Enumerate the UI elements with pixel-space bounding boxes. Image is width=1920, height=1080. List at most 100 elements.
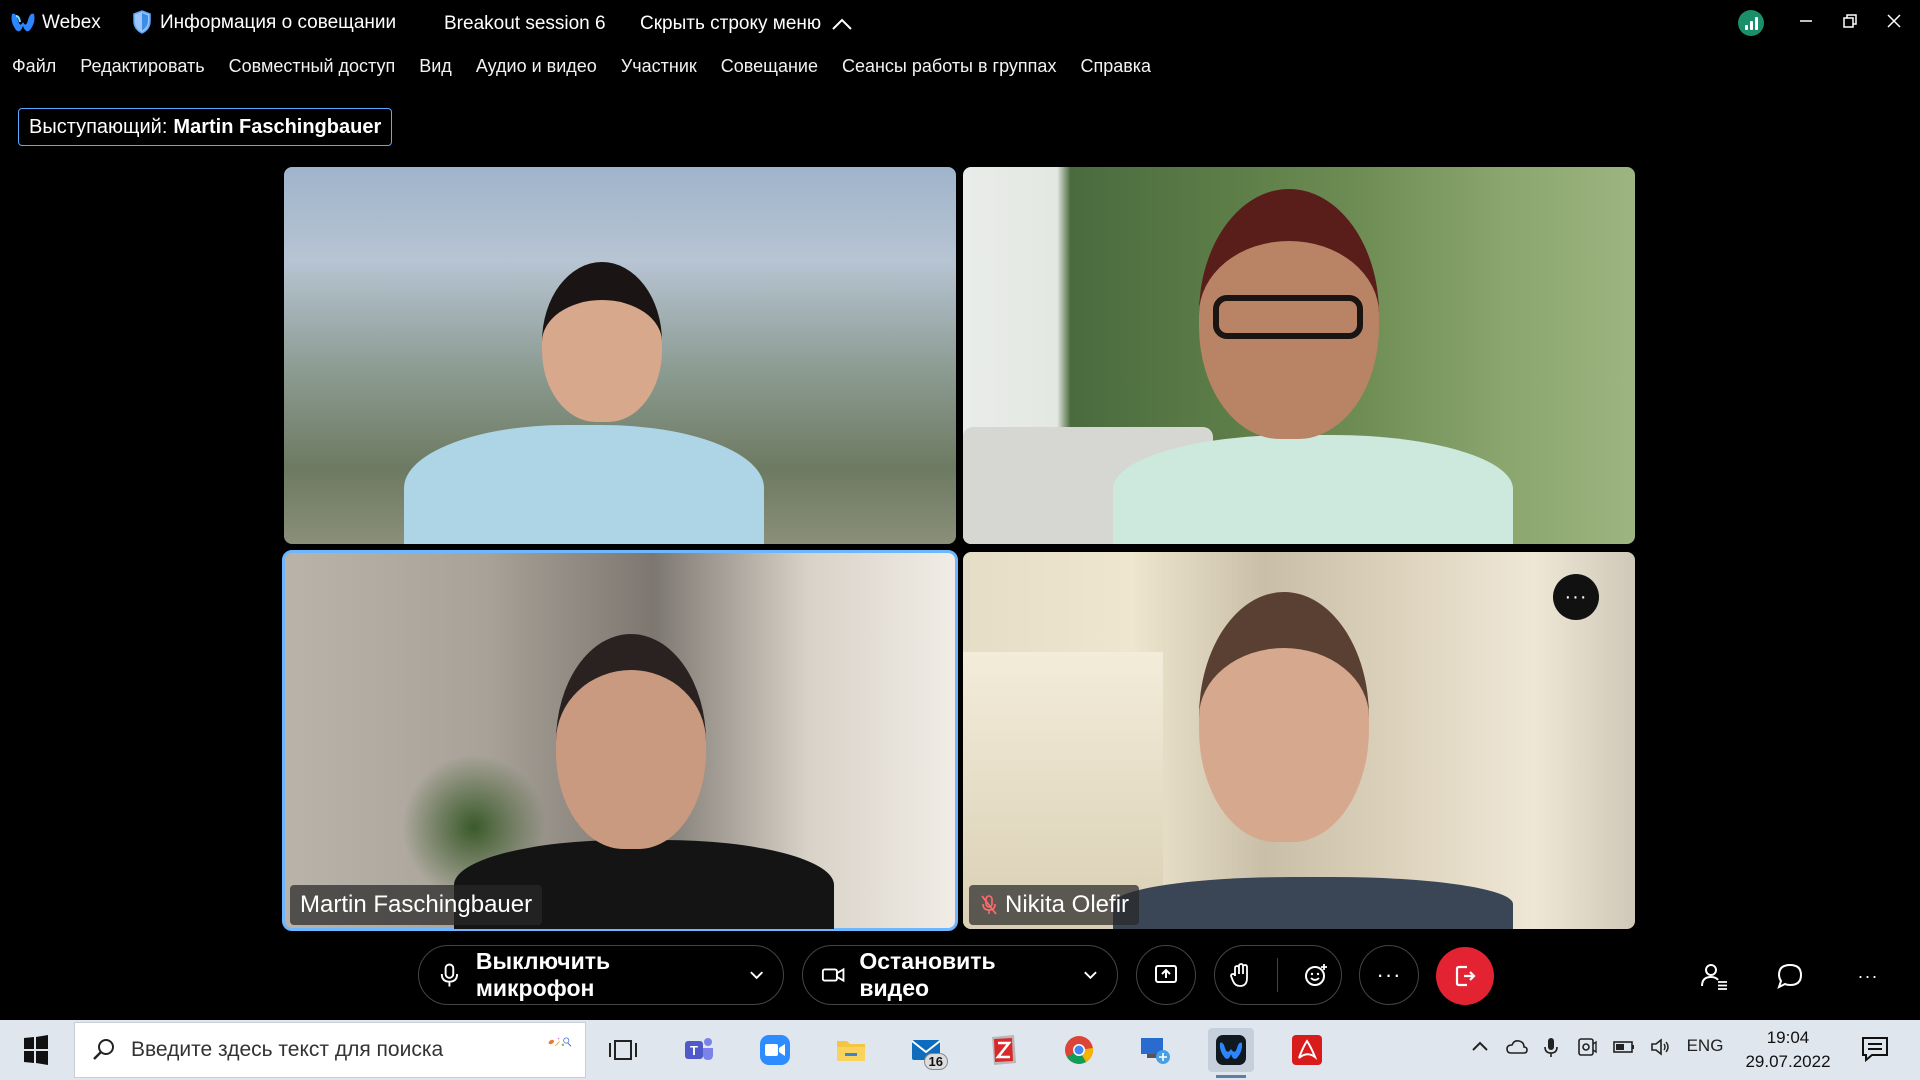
- participant-name: Martin Faschingbauer: [300, 891, 533, 918]
- participant-face: [556, 634, 706, 849]
- close-icon: [1887, 14, 1901, 28]
- meeting-info-link[interactable]: Информация о совещании: [160, 12, 396, 34]
- chrome-icon: [1065, 1036, 1094, 1064]
- acrobat-icon: [1292, 1035, 1322, 1065]
- menu-breakout[interactable]: Сеансы работы в группах: [830, 52, 1068, 82]
- taskbar-webex-active[interactable]: [1208, 1028, 1254, 1078]
- chevron-down-icon[interactable]: [1082, 966, 1099, 984]
- search-highlight-sports-icon: [548, 1037, 572, 1047]
- taskbar-file-explorer[interactable]: [828, 1028, 874, 1072]
- restore-button[interactable]: [1828, 6, 1872, 36]
- video-tile-top-right[interactable]: [963, 167, 1635, 544]
- breakout-session-label: Breakout session 6: [444, 13, 606, 34]
- title-bar: Webex Информация о совещании Breakout se…: [0, 0, 1920, 46]
- video-tile-top-left[interactable]: [284, 167, 956, 544]
- taskbar-teams[interactable]: T: [676, 1028, 722, 1072]
- chat-bubble-icon: [1777, 963, 1803, 989]
- raise-hand-icon[interactable]: [1227, 962, 1253, 988]
- speaker-label: Выступающий:: [29, 115, 168, 138]
- video-tile-bottom-right[interactable]: ··· Nikita Olefir: [963, 552, 1635, 929]
- microphone-icon: [440, 963, 459, 987]
- participant-name-tag: Martin Faschingbauer: [290, 885, 543, 925]
- webex-icon: [1216, 1035, 1246, 1065]
- menu-meeting[interactable]: Совещание: [709, 52, 830, 82]
- participant-face: [1199, 592, 1369, 842]
- app-title: Webex: [42, 12, 101, 33]
- menu-file[interactable]: Файл: [0, 52, 68, 82]
- participant-face: [542, 262, 662, 422]
- side-more-button[interactable]: ···: [1850, 958, 1886, 994]
- mute-button[interactable]: Выключить микрофон: [418, 945, 784, 1005]
- speaker-icon: [1651, 1038, 1669, 1056]
- leave-meeting-button[interactable]: [1436, 947, 1494, 1005]
- taskbar-remote-desktop[interactable]: [1132, 1028, 1178, 1072]
- windows-start-icon[interactable]: [14, 1034, 58, 1066]
- video-camera-icon: [821, 967, 845, 983]
- onedrive-tray[interactable]: [1502, 1036, 1532, 1058]
- cloud-icon: [1506, 1040, 1528, 1054]
- speaker-name: Martin Faschingbauer: [173, 115, 382, 138]
- muted-mic-icon: [981, 895, 997, 915]
- notification-center-icon[interactable]: [1860, 1034, 1890, 1064]
- clock-time: 19:04: [1766, 1028, 1810, 1047]
- teams-icon: T: [685, 1038, 713, 1060]
- menu-edit[interactable]: Редактировать: [68, 52, 216, 82]
- participant-name: Nikita Olefir: [1005, 891, 1130, 918]
- more-options-button[interactable]: ···: [1359, 945, 1419, 1005]
- taskbar-chrome[interactable]: [1056, 1028, 1102, 1072]
- menu-bar: Файл Редактировать Совместный доступ Вид…: [0, 52, 1163, 82]
- stop-video-button[interactable]: Остановить видео: [802, 945, 1118, 1005]
- taskbar-search-box[interactable]: Введите здесь текст для поиска: [74, 1022, 586, 1078]
- show-hidden-icons-button[interactable]: [1466, 1036, 1494, 1058]
- close-button[interactable]: [1872, 6, 1916, 36]
- hide-menu-bar-button[interactable]: Скрыть строку меню: [640, 13, 853, 35]
- tile-more-options-button[interactable]: ···: [1553, 574, 1599, 620]
- menu-help[interactable]: Справка: [1068, 52, 1163, 82]
- taskbar-clock[interactable]: 19:04 29.07.2022: [1738, 1026, 1838, 1074]
- reactions-icon[interactable]: [1303, 962, 1329, 988]
- active-speaker-badge: Выступающий: Martin Faschingbauer: [18, 108, 393, 146]
- video-tile-bottom-left-active[interactable]: Martin Faschingbauer: [282, 550, 958, 931]
- menu-audio-video[interactable]: Аудио и видео: [464, 52, 609, 82]
- task-view-button[interactable]: [600, 1028, 646, 1072]
- menu-share[interactable]: Совместный доступ: [217, 52, 408, 82]
- webex-logo-icon: [11, 13, 35, 32]
- taskbar-mail[interactable]: 16: [904, 1028, 950, 1072]
- windows-taskbar: Введите здесь текст для поиска T 16 ENG …: [0, 1020, 1920, 1080]
- connection-status-icon[interactable]: [1738, 10, 1764, 36]
- minimize-button[interactable]: [1784, 6, 1828, 36]
- share-button[interactable]: [1136, 945, 1196, 1005]
- participant-name-tag: Nikita Olefir: [969, 885, 1140, 925]
- glasses-decor: [1213, 295, 1363, 339]
- participants-panel-button[interactable]: [1696, 958, 1732, 994]
- menu-participant[interactable]: Участник: [609, 52, 709, 82]
- participants-icon: [1701, 964, 1727, 990]
- mute-label: Выключить микрофон: [475, 948, 611, 1001]
- battery-icon: [1613, 1041, 1634, 1053]
- microphone-icon: [1544, 1038, 1558, 1057]
- chevron-down-icon[interactable]: [748, 966, 765, 984]
- volume-tray[interactable]: [1646, 1036, 1674, 1058]
- active-app-indicator: [1216, 1075, 1246, 1078]
- minimize-icon: [1800, 20, 1812, 22]
- chevron-up-icon: [1472, 1041, 1488, 1051]
- chevron-up-icon: [832, 18, 852, 30]
- zoom-icon: [760, 1035, 790, 1065]
- shield-icon[interactable]: [132, 10, 152, 34]
- taskbar-app-z[interactable]: [980, 1028, 1026, 1072]
- participant-video: [404, 425, 764, 544]
- chat-panel-button[interactable]: [1772, 958, 1808, 994]
- meet-now-tray[interactable]: [1574, 1036, 1600, 1058]
- microphone-tray[interactable]: [1538, 1036, 1564, 1058]
- battery-tray[interactable]: [1610, 1036, 1638, 1058]
- taskbar-acrobat[interactable]: [1284, 1028, 1330, 1072]
- reactions-group: [1214, 945, 1342, 1005]
- video-label: Остановить видео: [859, 948, 996, 1001]
- folder-icon: [837, 1041, 865, 1061]
- participant-video: [1113, 435, 1513, 544]
- camera-monitor-icon: [1578, 1038, 1597, 1056]
- red-z-app-icon: [992, 1035, 1016, 1065]
- language-indicator[interactable]: ENG: [1684, 1036, 1726, 1056]
- taskbar-zoom[interactable]: [752, 1028, 798, 1072]
- menu-view[interactable]: Вид: [407, 52, 464, 82]
